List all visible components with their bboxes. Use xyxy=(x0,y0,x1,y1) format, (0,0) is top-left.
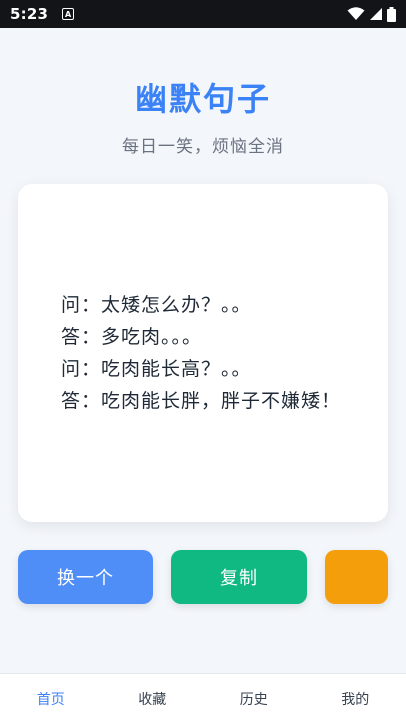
status-icons xyxy=(347,6,396,22)
page-subtitle: 每日一笑，烦恼全消 xyxy=(122,137,284,157)
extra-action-button[interactable] xyxy=(325,550,388,604)
status-bar: 5:23 A xyxy=(0,0,406,28)
joke-line: 问：太矮怎么办？。。 xyxy=(61,294,252,316)
nav-item-profile[interactable]: 我的 xyxy=(305,674,406,723)
bottom-nav: 首页 收藏 历史 我的 xyxy=(0,673,406,723)
nav-item-favorites[interactable]: 收藏 xyxy=(102,674,204,723)
copy-button[interactable]: 复制 xyxy=(171,550,307,604)
change-joke-button[interactable]: 换一个 xyxy=(18,550,153,604)
joke-card: 问：太矮怎么办？。。 答：多吃肉。。。 问：吃肉能长高？。。 答：吃肉能长胖，胖… xyxy=(18,184,388,522)
joke-line: 问：吃肉能长高？。。 xyxy=(61,358,252,380)
battery-icon xyxy=(387,6,396,22)
wifi-icon xyxy=(347,7,365,20)
nav-item-history[interactable]: 历史 xyxy=(203,674,305,723)
page-title: 幽默句子 xyxy=(134,80,271,118)
joke-line: 答：多吃肉。。。 xyxy=(61,326,203,348)
status-time: 5:23 xyxy=(10,5,49,23)
joke-line: 答：吃肉能长胖，胖子不嫌矮！ xyxy=(61,390,342,412)
notification-app-icon: A xyxy=(62,8,75,20)
signal-icon xyxy=(370,8,382,20)
joke-text: 问：太矮怎么办？。。 答：多吃肉。。。 问：吃肉能长高？。。 答：吃肉能长胖，胖… xyxy=(61,293,341,413)
nav-item-home[interactable]: 首页 xyxy=(0,674,102,723)
